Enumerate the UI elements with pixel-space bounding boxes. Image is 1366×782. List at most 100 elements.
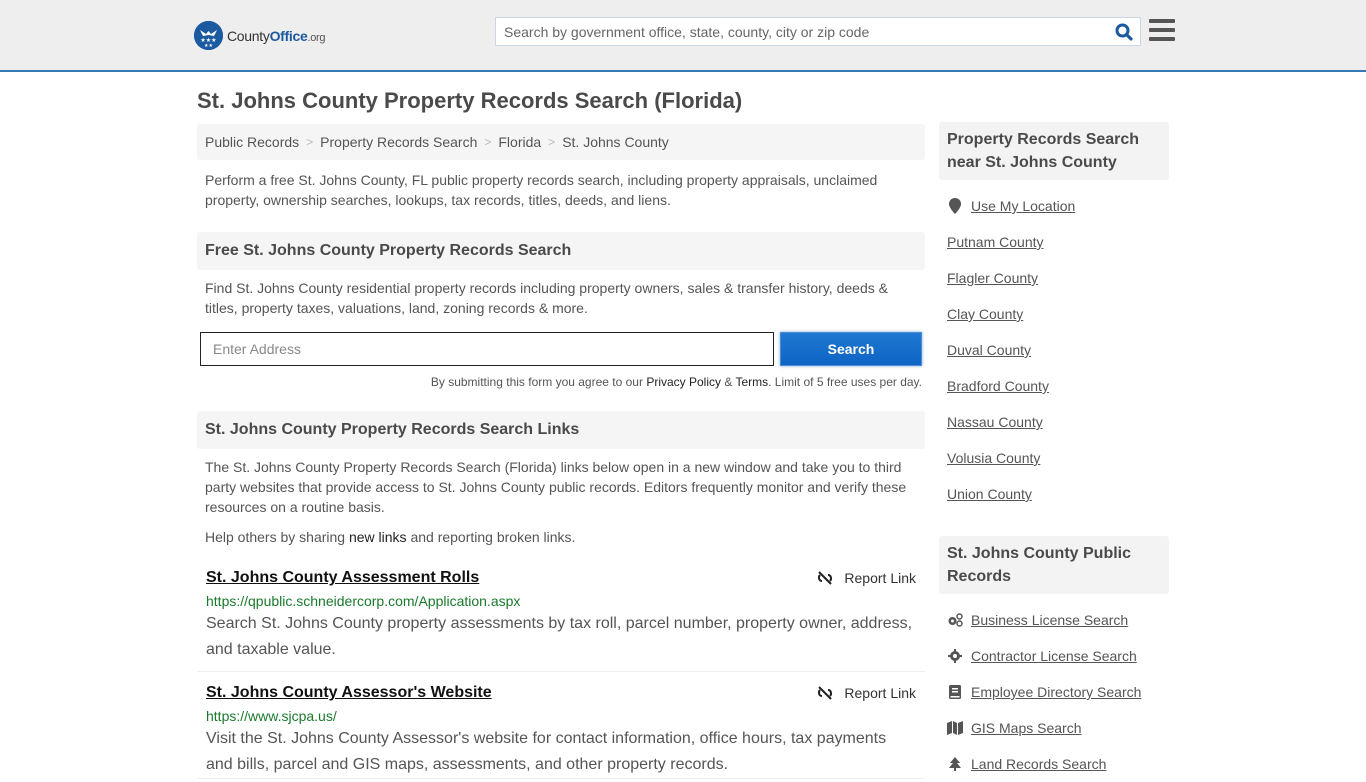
public-records-heading: St. Johns County Public Records [939,536,1169,594]
use-location-item: Use My Location [947,188,1169,224]
public-record-link[interactable]: Employee Directory Search [971,684,1141,700]
nearby-county-item: Clay County [947,296,1169,332]
nearby-heading: Property Records Search near St. Johns C… [939,122,1169,180]
result-url: https://qpublic.schneidercorp.com/Applic… [206,593,521,609]
address-input[interactable] [200,332,774,366]
breadcrumb-current: St. Johns County [562,134,669,150]
result-title-link[interactable]: St. Johns County Assessor's Website [206,684,492,702]
menu-bar [1149,19,1175,23]
site-search [495,17,1141,46]
public-record-item: Contractor License Search [947,638,1169,674]
logo-county: County [227,27,270,44]
nearby-county-item: Flagler County [947,260,1169,296]
search-icon [1115,23,1133,41]
nearby-county-link[interactable]: Clay County [947,306,1023,322]
logo-text: CountyOffice.org [227,27,326,44]
public-record-item: Employee Directory Search [947,674,1169,710]
address-search-button[interactable]: Search [780,332,922,366]
tree-icon [947,757,963,771]
address-search-form: Search [200,332,925,366]
sidebar-nearby: Property Records Search near St. Johns C… [939,122,1169,512]
terms-notice: By submitting this form you agree to our… [197,375,925,389]
nearby-county-item: Duval County [947,332,1169,368]
terms-amp: & [721,375,736,389]
public-record-link[interactable]: Contractor License Search [971,648,1137,664]
menu-bar [1149,37,1175,41]
svg-text:★★: ★★ [204,43,213,49]
eagle-logo-icon: ★★★ ★★ [194,21,223,50]
public-record-link[interactable]: GIS Maps Search [971,720,1082,736]
result-description: Search St. Johns County property assessm… [206,615,913,658]
nearby-county-link[interactable]: Duval County [947,342,1031,358]
terms-link[interactable]: Terms [735,375,768,389]
search-button[interactable] [1108,18,1140,45]
help-suffix: and reporting broken links. [406,529,576,545]
public-records-list: Business License Search Contractor Licen… [939,602,1169,782]
help-prefix: Help others by sharing [205,529,349,545]
public-record-link[interactable]: Land Records Search [971,756,1106,772]
gear-icon [947,649,963,663]
nearby-county-item: Putnam County [947,224,1169,260]
use-my-location-link[interactable]: Use My Location [971,198,1075,214]
help-text: Help others by sharing new links and rep… [197,527,925,547]
public-record-item: GIS Maps Search [947,710,1169,746]
nearby-county-item: Bradford County [947,368,1169,404]
result-header: St. Johns County Assessment Rolls Report… [206,566,916,590]
public-record-item: Land Records Search [947,746,1169,782]
broken-link-icon [818,571,833,585]
gears-icon [947,613,963,627]
breadcrumb-florida[interactable]: Florida [498,134,541,150]
map-icon [947,721,963,735]
breadcrumb-public-records[interactable]: Public Records [205,134,299,150]
result-item: St. Johns County Assessor's Website Repo… [197,681,925,779]
book-icon [947,685,963,699]
links-section-description: The St. Johns County Property Records Se… [205,459,907,515]
nearby-county-item: Nassau County [947,404,1169,440]
sidebar-public-records: St. Johns County Public Records Business… [939,536,1169,782]
privacy-policy-link[interactable]: Privacy Policy [646,375,721,389]
menu-bar [1149,28,1175,32]
report-link-label: Report Link [844,570,916,586]
result-item: St. Johns County Assessment Rolls Report… [197,566,925,672]
result-description: Visit the St. Johns County Assessor's we… [206,730,887,773]
nearby-county-link[interactable]: Putnam County [947,234,1044,250]
nearby-county-link[interactable]: Flagler County [947,270,1038,286]
free-search-description: Find St. Johns County residential proper… [205,280,888,316]
terms-prefix: By submitting this form you agree to our [430,375,647,389]
site-search-input[interactable] [496,18,1108,45]
top-header: ★★★ ★★ CountyOffice.org [0,0,1366,72]
links-section-heading: St. Johns County Property Records Search… [197,411,925,449]
nearby-county-link[interactable]: Volusia County [947,450,1040,466]
report-link-button[interactable]: Report Link [817,570,916,586]
terms-suffix: . Limit of 5 free uses per day. [768,375,922,389]
breadcrumb-property-records-search[interactable]: Property Records Search [320,134,477,150]
result-header: St. Johns County Assessor's Website Repo… [206,681,916,705]
public-record-item: Business License Search [947,602,1169,638]
map-marker-icon [947,198,963,214]
logo-office: Office [269,27,308,44]
broken-link-icon [818,686,833,700]
free-search-heading: Free St. Johns County Property Records S… [197,232,925,270]
hamburger-menu-icon[interactable] [1149,19,1175,41]
site-logo[interactable]: ★★★ ★★ CountyOffice.org [194,21,326,50]
page-title: St. Johns County Property Records Search… [197,88,743,113]
nearby-county-link[interactable]: Bradford County [947,378,1049,394]
breadcrumb: Public Records > Property Records Search… [197,124,925,160]
report-link-button[interactable]: Report Link [817,685,916,701]
main-content: Public Records > Property Records Search… [197,124,925,779]
result-url: https://www.sjcpa.us/ [206,708,337,724]
nearby-county-link[interactable]: Nassau County [947,414,1043,430]
new-links-link[interactable]: new links [349,529,407,545]
breadcrumb-separator: > [548,135,556,149]
breadcrumb-separator: > [484,135,492,149]
report-link-label: Report Link [844,685,916,701]
intro-text: Perform a free St. Johns County, FL publ… [205,172,878,208]
result-title-link[interactable]: St. Johns County Assessment Rolls [206,569,479,587]
nearby-county-link[interactable]: Union County [947,486,1032,502]
breadcrumb-separator: > [306,135,314,149]
public-record-link[interactable]: Business License Search [971,612,1128,628]
nearby-county-item: Volusia County [947,440,1169,476]
logo-org: .org [307,31,326,44]
nearby-list: Use My Location Putnam County Flagler Co… [939,188,1169,512]
nearby-county-item: Union County [947,476,1169,512]
